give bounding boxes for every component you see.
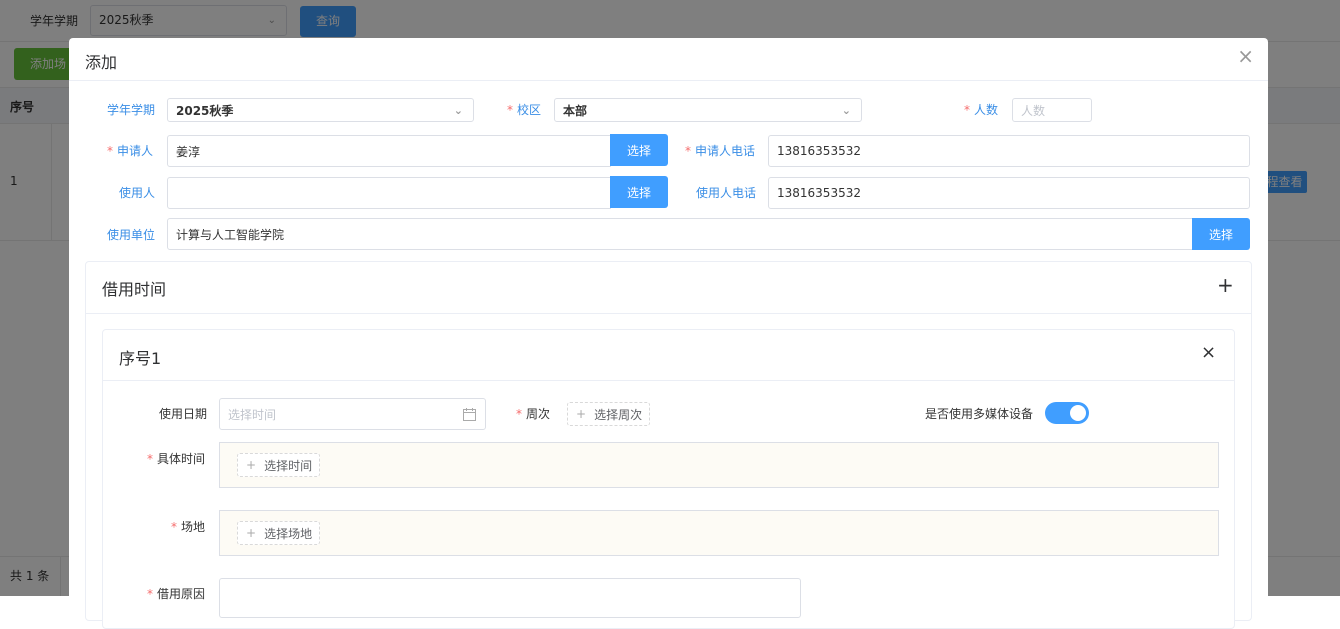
term-select[interactable]: 2025秋季 ⌄ <box>167 98 474 122</box>
required-mark: * <box>107 144 113 158</box>
select-time-label: 选择时间 <box>264 458 313 473</box>
user-label-text: 使用人 <box>119 186 156 200</box>
dialog-title: 添加 <box>85 53 118 72</box>
week-label-text: 周次 <box>526 407 551 421</box>
multimedia-toggle[interactable] <box>1045 402 1089 424</box>
venue-label: * 场地 <box>171 518 205 535</box>
applicant-phone-input[interactable]: 13816353532 <box>768 135 1250 167</box>
required-mark: * <box>516 407 522 421</box>
required-mark: * <box>147 587 153 601</box>
select-time-button[interactable]: + 选择时间 <box>237 453 320 477</box>
dialog-header: 添加 × <box>69 38 1268 81</box>
borrow-time-card: 借用时间 + 序号1 × 使用日期 选择时间 * 周次 + 选择周次 是否使用多媒体… <box>85 261 1252 629</box>
venue-label-text: 场地 <box>181 520 206 534</box>
campus-select[interactable]: 本部 ⌄ <box>554 98 862 122</box>
close-icon[interactable]: × <box>1237 44 1254 68</box>
applicant-phone-label-text: 申请人电话 <box>695 144 756 158</box>
applicant-label: * 申请人 <box>107 142 153 159</box>
date-picker[interactable]: 选择时间 <box>219 398 486 430</box>
plus-icon: + <box>246 526 257 540</box>
applicant-phone-label: * 申请人电话 <box>685 142 755 159</box>
applicant-phone-value: 13816353532 <box>777 144 861 158</box>
calendar-icon <box>463 408 476 421</box>
date-placeholder: 选择时间 <box>228 407 277 422</box>
divider <box>86 313 1251 314</box>
campus-label-text: 校区 <box>517 103 542 117</box>
user-phone-value: 13816353532 <box>777 186 861 200</box>
plus-icon: + <box>576 407 587 421</box>
plus-icon: + <box>246 458 257 472</box>
term-label: 学年学期 <box>107 101 155 118</box>
required-mark: * <box>147 452 153 466</box>
multimedia-label: 是否使用多媒体设备 <box>925 407 1034 421</box>
people-input[interactable]: 人数 <box>1012 98 1092 122</box>
reason-label-text: 借用原因 <box>157 587 206 601</box>
reason-textarea[interactable] <box>219 578 801 618</box>
borrow-time-title: 借用时间 <box>102 280 167 299</box>
applicant-input[interactable]: 姜淳 <box>167 135 611 167</box>
borrow-item-card: 序号1 × 使用日期 选择时间 * 周次 + 选择周次 是否使用多媒体设备 * 具体时… <box>102 329 1235 629</box>
week-label: * 周次 <box>516 405 550 422</box>
unit-label: 使用单位 <box>107 226 155 243</box>
chevron-down-icon: ⌄ <box>841 103 851 117</box>
item-title: 序号1 <box>119 349 162 368</box>
campus-value: 本部 <box>563 103 588 118</box>
user-phone-label-text: 使用人电话 <box>696 186 757 200</box>
plus-icon[interactable]: + <box>1217 273 1234 297</box>
date-label: 使用日期 <box>159 407 208 421</box>
time-zone: + 选择时间 <box>219 442 1219 488</box>
select-venue-button[interactable]: + 选择场地 <box>237 521 320 545</box>
unit-select-button[interactable]: 选择 <box>1192 218 1250 250</box>
time-label-text: 具体时间 <box>157 452 206 466</box>
required-mark: * <box>507 103 513 117</box>
term-label-text: 学年学期 <box>107 103 156 117</box>
toggle-knob <box>1070 405 1086 421</box>
required-mark: * <box>685 144 691 158</box>
campus-label: * 校区 <box>507 101 541 118</box>
unit-label-text: 使用单位 <box>107 228 156 242</box>
user-label: 使用人 <box>119 184 155 201</box>
required-mark: * <box>171 520 177 534</box>
venue-zone: + 选择场地 <box>219 510 1219 556</box>
people-placeholder: 人数 <box>1021 103 1046 118</box>
user-input[interactable] <box>167 177 611 209</box>
user-phone-label: 使用人电话 <box>696 184 756 201</box>
user-select-button[interactable]: 选择 <box>610 176 668 208</box>
required-mark: * <box>964 103 970 117</box>
chevron-down-icon: ⌄ <box>453 103 463 117</box>
user-phone-input[interactable]: 13816353532 <box>768 177 1250 209</box>
term-value: 2025秋季 <box>176 103 234 118</box>
select-week-button[interactable]: + 选择周次 <box>567 402 650 426</box>
applicant-select-button[interactable]: 选择 <box>610 134 668 166</box>
add-dialog: 添加 × 学年学期 2025秋季 ⌄ * 校区 本部 ⌄ * 人数 人数 * 申请人 姜淳… <box>69 38 1268 629</box>
applicant-label-text: 申请人 <box>117 144 154 158</box>
applicant-value: 姜淳 <box>176 144 201 159</box>
select-week-label: 选择周次 <box>594 407 643 422</box>
divider <box>103 380 1234 381</box>
select-venue-label: 选择场地 <box>264 526 313 541</box>
unit-value: 计算与人工智能学院 <box>176 227 285 242</box>
unit-input[interactable]: 计算与人工智能学院 <box>167 218 1193 250</box>
reason-label: * 借用原因 <box>147 585 205 602</box>
people-label-text: 人数 <box>974 103 999 117</box>
time-label: * 具体时间 <box>147 450 205 467</box>
people-label: * 人数 <box>964 101 998 118</box>
close-icon[interactable]: × <box>1201 342 1216 363</box>
